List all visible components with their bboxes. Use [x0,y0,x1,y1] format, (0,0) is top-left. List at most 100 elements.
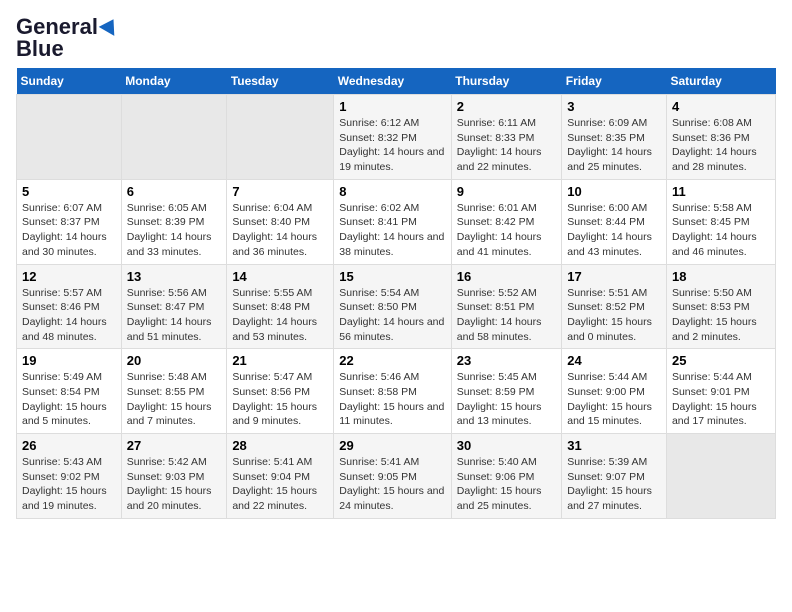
day-info: Sunrise: 5:41 AMSunset: 9:05 PMDaylight:… [339,455,446,514]
day-info: Sunrise: 6:00 AMSunset: 8:44 PMDaylight:… [567,201,661,260]
day-number: 19 [22,353,116,368]
weekday-header-wednesday: Wednesday [334,68,452,95]
calendar-week-row: 12Sunrise: 5:57 AMSunset: 8:46 PMDayligh… [17,264,776,349]
weekday-header-monday: Monday [121,68,227,95]
calendar-cell: 1Sunrise: 6:12 AMSunset: 8:32 PMDaylight… [334,95,452,180]
day-number: 11 [672,184,770,199]
calendar-cell: 23Sunrise: 5:45 AMSunset: 8:59 PMDayligh… [451,349,561,434]
calendar-cell: 25 Sunrise: 5:44 AMSunset: 9:01 PMDayligh… [666,349,775,434]
day-info: Sunrise: 6:05 AMSunset: 8:39 PMDaylight:… [127,201,222,260]
day-info: Sunrise: 5:50 AMSunset: 8:53 PMDaylight:… [672,286,770,345]
day-info: Sunrise: 6:11 AMSunset: 8:33 PMDaylight:… [457,116,556,175]
calendar-cell: 31 Sunrise: 5:39 AMSunset: 9:07 PMDayligh… [562,434,667,519]
calendar-cell: 20Sunrise: 5:48 AMSunset: 8:55 PMDayligh… [121,349,227,434]
calendar-cell: 5 Sunrise: 6:07 AMSunset: 8:37 PMDaylight… [17,179,122,264]
day-info: Sunrise: 6:09 AMSunset: 8:35 PMDaylight:… [567,116,661,175]
calendar-cell: 16 Sunrise: 5:52 AMSunset: 8:51 PMDayligh… [451,264,561,349]
day-info: Sunrise: 5:51 AMSunset: 8:52 PMDaylight:… [567,286,661,345]
day-number: 15 [339,269,446,284]
calendar-cell: 29 Sunrise: 5:41 AMSunset: 9:05 PMDayligh… [334,434,452,519]
day-number: 5 [22,184,116,199]
day-info: Sunrise: 5:54 AMSunset: 8:50 PMDaylight:… [339,286,446,345]
calendar-cell: 4Sunrise: 6:08 AMSunset: 8:36 PMDaylight… [666,95,775,180]
day-info: Sunrise: 5:41 AMSunset: 9:04 PMDaylight:… [232,455,328,514]
day-info: Sunrise: 5:46 AMSunset: 8:58 PMDaylight:… [339,370,446,429]
calendar-cell: 26Sunrise: 5:43 AMSunset: 9:02 PMDayligh… [17,434,122,519]
day-info: Sunrise: 5:43 AMSunset: 9:02 PMDaylight:… [22,455,116,514]
weekday-header-saturday: Saturday [666,68,775,95]
calendar-cell: 2 Sunrise: 6:11 AMSunset: 8:33 PMDaylight… [451,95,561,180]
calendar-header: SundayMondayTuesdayWednesdayThursdayFrid… [17,68,776,95]
weekday-header-row: SundayMondayTuesdayWednesdayThursdayFrid… [17,68,776,95]
day-number: 17 [567,269,661,284]
calendar-cell: 17 Sunrise: 5:51 AMSunset: 8:52 PMDayligh… [562,264,667,349]
day-info: Sunrise: 6:02 AMSunset: 8:41 PMDaylight:… [339,201,446,260]
day-number: 9 [457,184,556,199]
calendar-cell: 10 Sunrise: 6:00 AMSunset: 8:44 PMDayligh… [562,179,667,264]
weekday-header-sunday: Sunday [17,68,122,95]
logo-triangle-icon [99,15,122,36]
page-header: General Blue [16,16,776,60]
day-number: 31 [567,438,661,453]
day-number: 20 [127,353,222,368]
day-number: 6 [127,184,222,199]
day-info: Sunrise: 5:40 AMSunset: 9:06 PMDaylight:… [457,455,556,514]
calendar-cell: 30Sunrise: 5:40 AMSunset: 9:06 PMDayligh… [451,434,561,519]
calendar-cell [666,434,775,519]
calendar-week-row: 1Sunrise: 6:12 AMSunset: 8:32 PMDaylight… [17,95,776,180]
day-number: 28 [232,438,328,453]
calendar-cell: 14 Sunrise: 5:55 AMSunset: 8:48 PMDayligh… [227,264,334,349]
day-info: Sunrise: 5:57 AMSunset: 8:46 PMDaylight:… [22,286,116,345]
day-number: 14 [232,269,328,284]
calendar-table: SundayMondayTuesdayWednesdayThursdayFrid… [16,68,776,519]
day-info: Sunrise: 5:47 AMSunset: 8:56 PMDaylight:… [232,370,328,429]
calendar-cell: 6 Sunrise: 6:05 AMSunset: 8:39 PMDaylight… [121,179,227,264]
calendar-week-row: 5 Sunrise: 6:07 AMSunset: 8:37 PMDaylight… [17,179,776,264]
weekday-header-friday: Friday [562,68,667,95]
calendar-cell: 3Sunrise: 6:09 AMSunset: 8:35 PMDaylight… [562,95,667,180]
logo-text-blue: Blue [16,38,64,60]
day-number: 13 [127,269,222,284]
calendar-cell [17,95,122,180]
day-number: 1 [339,99,446,114]
weekday-header-thursday: Thursday [451,68,561,95]
day-info: Sunrise: 5:49 AMSunset: 8:54 PMDaylight:… [22,370,116,429]
day-info: Sunrise: 5:45 AMSunset: 8:59 PMDaylight:… [457,370,556,429]
calendar-cell: 28 Sunrise: 5:41 AMSunset: 9:04 PMDayligh… [227,434,334,519]
logo: General Blue [16,16,118,60]
day-number: 18 [672,269,770,284]
day-number: 7 [232,184,328,199]
calendar-cell: 27 Sunrise: 5:42 AMSunset: 9:03 PMDayligh… [121,434,227,519]
calendar-cell: 8Sunrise: 6:02 AMSunset: 8:41 PMDaylight… [334,179,452,264]
calendar-cell: 11 Sunrise: 5:58 AMSunset: 8:45 PMDayligh… [666,179,775,264]
calendar-cell [227,95,334,180]
day-number: 24 [567,353,661,368]
day-number: 29 [339,438,446,453]
day-info: Sunrise: 6:07 AMSunset: 8:37 PMDaylight:… [22,201,116,260]
day-info: Sunrise: 5:39 AMSunset: 9:07 PMDaylight:… [567,455,661,514]
calendar-cell: 24Sunrise: 5:44 AMSunset: 9:00 PMDayligh… [562,349,667,434]
calendar-cell: 21 Sunrise: 5:47 AMSunset: 8:56 PMDayligh… [227,349,334,434]
day-info: Sunrise: 5:42 AMSunset: 9:03 PMDaylight:… [127,455,222,514]
day-info: Sunrise: 5:55 AMSunset: 8:48 PMDaylight:… [232,286,328,345]
day-number: 21 [232,353,328,368]
calendar-cell: 19 Sunrise: 5:49 AMSunset: 8:54 PMDayligh… [17,349,122,434]
day-info: Sunrise: 5:44 AMSunset: 9:01 PMDaylight:… [672,370,770,429]
day-number: 25 [672,353,770,368]
calendar-cell: 18 Sunrise: 5:50 AMSunset: 8:53 PMDayligh… [666,264,775,349]
day-info: Sunrise: 6:04 AMSunset: 8:40 PMDaylight:… [232,201,328,260]
day-info: Sunrise: 5:58 AMSunset: 8:45 PMDaylight:… [672,201,770,260]
day-number: 2 [457,99,556,114]
calendar-cell: 7 Sunrise: 6:04 AMSunset: 8:40 PMDaylight… [227,179,334,264]
logo-text-general: General [16,16,98,38]
day-number: 10 [567,184,661,199]
calendar-week-row: 26Sunrise: 5:43 AMSunset: 9:02 PMDayligh… [17,434,776,519]
calendar-body: 1Sunrise: 6:12 AMSunset: 8:32 PMDaylight… [17,95,776,519]
calendar-cell [121,95,227,180]
day-number: 27 [127,438,222,453]
day-number: 16 [457,269,556,284]
day-number: 22 [339,353,446,368]
calendar-cell: 15 Sunrise: 5:54 AMSunset: 8:50 PMDayligh… [334,264,452,349]
day-info: Sunrise: 5:52 AMSunset: 8:51 PMDaylight:… [457,286,556,345]
calendar-cell: 13Sunrise: 5:56 AMSunset: 8:47 PMDayligh… [121,264,227,349]
